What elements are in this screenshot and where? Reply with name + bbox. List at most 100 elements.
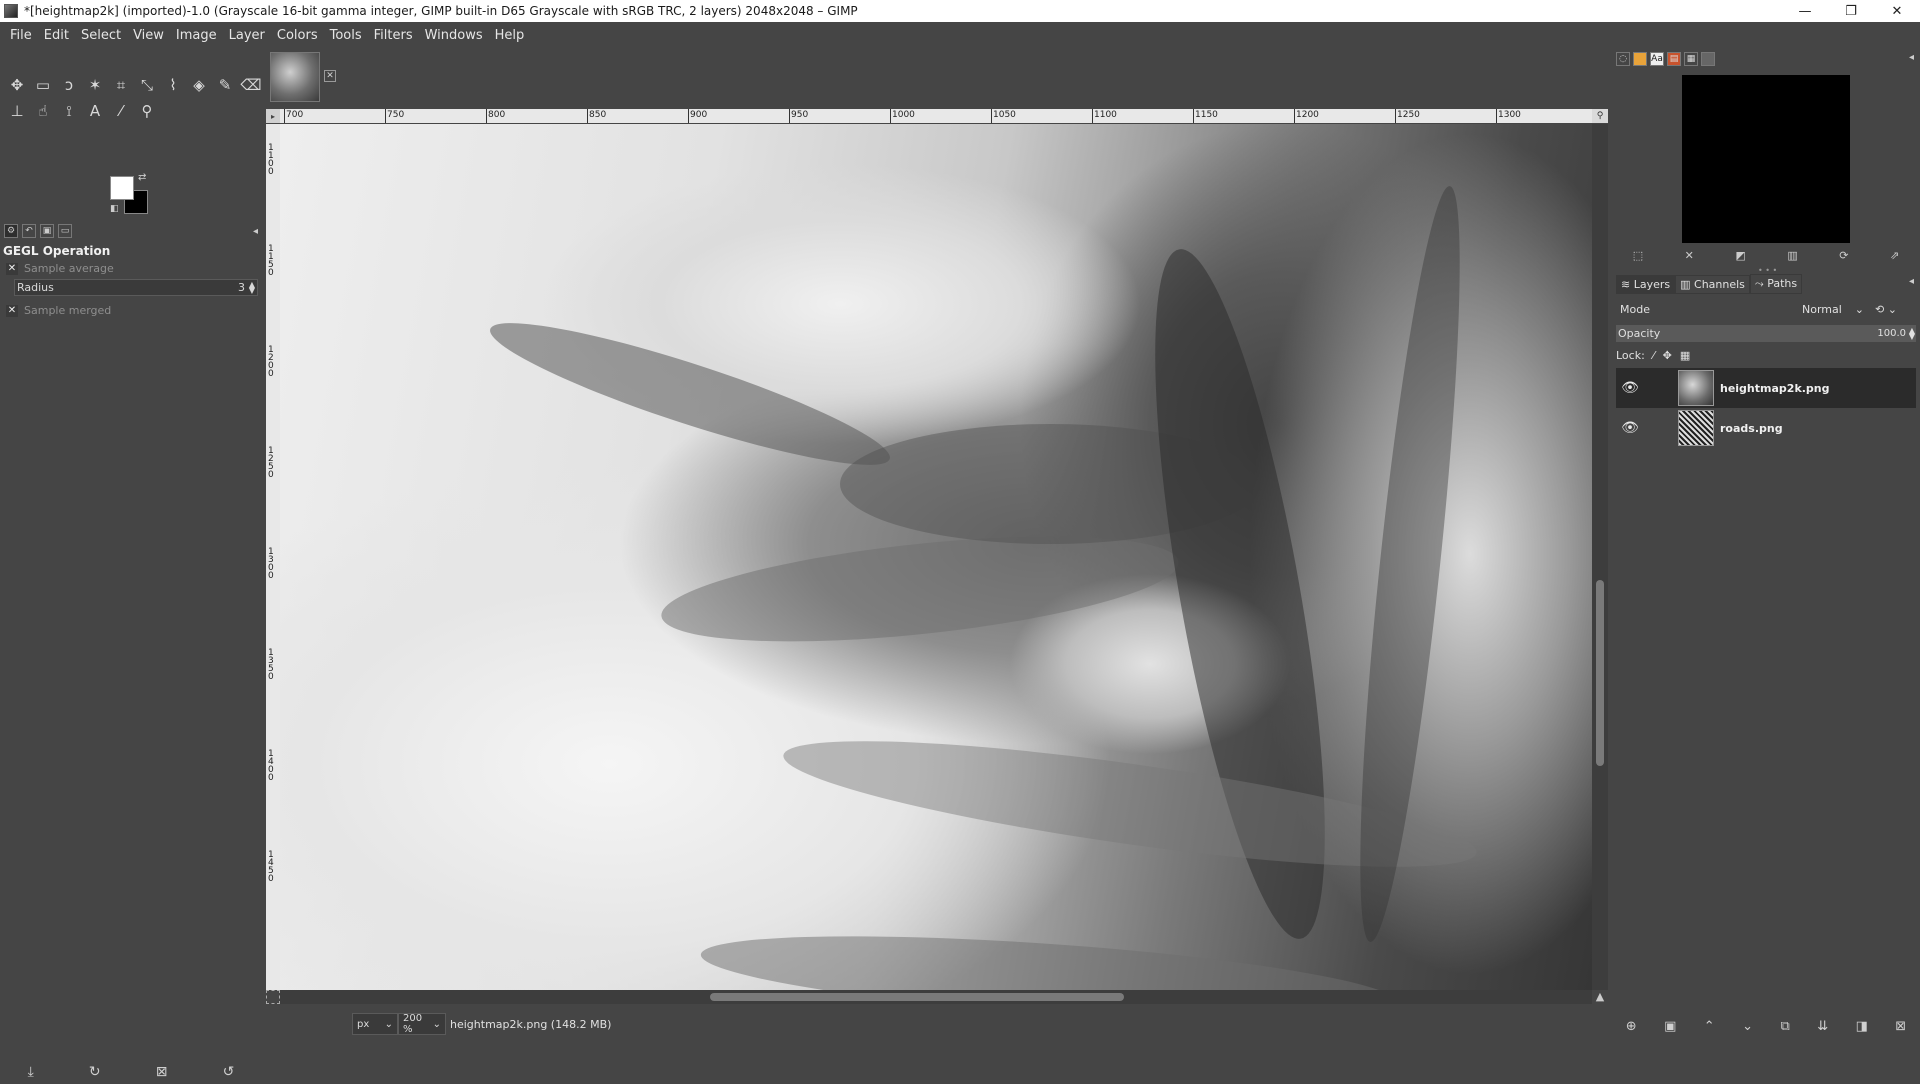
minimize-button[interactable]: — <box>1782 0 1828 22</box>
merge-down-icon[interactable]: ⇊ <box>1817 1019 1828 1034</box>
tab-paths[interactable]: ⤳ Paths <box>1749 274 1803 294</box>
move-tool-icon[interactable]: ✥ <box>4 72 30 98</box>
clone-tool-icon[interactable]: ⊥ <box>4 98 30 124</box>
lock-position-icon[interactable]: ✥ <box>1663 349 1672 362</box>
lock-alpha-icon[interactable]: ▦ <box>1680 349 1690 362</box>
spin-arrows-icon[interactable]: ▲ ▼ <box>249 280 255 294</box>
lock-pixels-icon[interactable]: ⁄ <box>1653 349 1655 362</box>
layer-mask-icon[interactable]: ◨ <box>1856 1019 1868 1034</box>
opacity-slider[interactable]: Opacity 100.0 ▲ ▼ <box>1616 325 1916 342</box>
menu-view[interactable]: View <box>127 28 170 43</box>
menu-image[interactable]: Image <box>170 28 223 43</box>
bucket-fill-tool-icon[interactable]: ◈ <box>186 72 212 98</box>
paths-tool-icon[interactable]: ⟟ <box>56 98 82 124</box>
image-canvas[interactable] <box>280 124 1592 990</box>
color-picker-tool-icon[interactable]: ⁄ <box>108 98 134 124</box>
layer-row[interactable]: 👁 roads.png <box>1616 408 1916 448</box>
checkbox-icon[interactable]: ✕ <box>6 304 18 317</box>
menu-edit[interactable]: Edit <box>38 28 75 43</box>
layer-row[interactable]: 👁 heightmap2k.png <box>1616 368 1916 408</box>
delete-layer-icon[interactable]: ⊠ <box>1895 1019 1906 1034</box>
gradients-tab-icon[interactable]: ▦ <box>1684 52 1698 66</box>
vertical-ruler[interactable]: 1100 1150 1200 1250 1300 1350 1400 1450 <box>266 124 280 990</box>
zoom-select[interactable]: 200 % ⌄ <box>398 1013 446 1035</box>
warp-tool-icon[interactable]: ⌇ <box>160 72 186 98</box>
swap-colors-icon[interactable]: ⇄ <box>138 172 146 183</box>
foreground-color[interactable] <box>110 176 134 200</box>
scroll-thumb[interactable] <box>1596 580 1604 766</box>
vertical-scrollbar[interactable] <box>1592 124 1608 990</box>
layer-name[interactable]: roads.png <box>1720 422 1783 435</box>
tool-options-tab-icon[interactable]: ⚙ <box>4 224 18 238</box>
menu-windows[interactable]: Windows <box>419 28 489 43</box>
menu-select[interactable]: Select <box>75 28 127 43</box>
menu-tools[interactable]: Tools <box>324 28 368 43</box>
smudge-tool-icon[interactable]: ☝ <box>30 98 56 124</box>
fuzzy-select-tool-icon[interactable]: ✶ <box>82 72 108 98</box>
brush-refresh-icon[interactable]: ⟳ <box>1839 249 1848 262</box>
fonts-tab-icon[interactable]: Aa <box>1650 52 1664 66</box>
brush-delete-icon[interactable]: ✕ <box>1685 249 1694 262</box>
tab-layers[interactable]: ≋ Layers <box>1616 274 1676 294</box>
raise-layer-icon[interactable]: ⌃ <box>1704 1019 1715 1034</box>
rect-select-tool-icon[interactable]: ▭ <box>30 72 56 98</box>
menu-help[interactable]: Help <box>489 28 531 43</box>
restore-options-icon[interactable]: ↻ <box>89 1064 101 1080</box>
close-tab-icon[interactable]: ✕ <box>324 70 336 82</box>
save-options-icon[interactable]: ⤓ <box>28 1064 34 1080</box>
transform-tool-icon[interactable]: ⤡ <box>134 72 160 98</box>
sample-average-option[interactable]: ✕ Sample average <box>6 262 114 275</box>
brush-new-icon[interactable]: ⬚ <box>1633 249 1643 262</box>
paintbrush-tool-icon[interactable]: ✎ <box>212 72 238 98</box>
brush-edit-icon[interactable]: ◩ <box>1735 249 1745 262</box>
spin-arrows-icon[interactable]: ▲ ▼ <box>1909 326 1915 340</box>
configure-tab-icon[interactable]: ◂ <box>253 226 258 237</box>
configure-tab-icon[interactable]: ◂ <box>1909 276 1914 287</box>
reset-colors-icon[interactable]: ◧ <box>110 204 119 214</box>
document-history-tab-icon[interactable]: ▤ <box>1667 52 1681 66</box>
lasso-tool-icon[interactable]: ↄ <box>56 72 82 98</box>
brushes-tab-icon[interactable]: ◌ <box>1616 52 1630 66</box>
sample-merged-option[interactable]: ✕ Sample merged <box>6 304 111 317</box>
menu-colors[interactable]: Colors <box>271 28 324 43</box>
horizontal-ruler[interactable]: 700 750 800 850 900 950 1000 1050 1100 1150 1200 12… <box>280 109 1592 123</box>
mode-select[interactable]: Normal ⌄ <box>1802 303 1864 316</box>
horizontal-scrollbar[interactable] <box>280 990 1592 1004</box>
zoom-tool-icon[interactable]: ⚲ <box>134 98 160 124</box>
menu-layer[interactable]: Layer <box>223 28 271 43</box>
radius-spinner[interactable]: Radius 3 ▲ ▼ <box>14 279 258 296</box>
composite-mode-icon[interactable]: ⟲ ⌄ <box>1864 303 1908 316</box>
quick-mask-toggle[interactable] <box>266 990 280 1004</box>
duplicate-layer-icon[interactable]: ⧉ <box>1780 1019 1789 1034</box>
ruler-corner-icon[interactable]: ▸ <box>266 109 280 123</box>
brush-preview[interactable] <box>1682 75 1850 243</box>
brush-duplicate-icon[interactable]: ▥ <box>1787 249 1797 262</box>
images-tab-icon[interactable]: ▣ <box>40 224 54 238</box>
checkbox-icon[interactable]: ✕ <box>6 262 18 275</box>
visibility-eye-icon[interactable]: 👁 <box>1616 380 1644 396</box>
brush-open-as-image-icon[interactable]: ⇗ <box>1890 249 1899 262</box>
image-tab-thumbnail[interactable] <box>270 52 320 102</box>
text-tool-icon[interactable]: A <box>82 98 108 124</box>
visibility-eye-icon[interactable]: 👁 <box>1616 420 1644 436</box>
unit-select[interactable]: px ⌄ <box>352 1013 398 1035</box>
eraser-tool-icon[interactable]: ⌫ <box>238 72 264 98</box>
lower-layer-icon[interactable]: ⌄ <box>1742 1019 1753 1034</box>
device-status-tab-icon[interactable]: ▭ <box>58 224 72 238</box>
layer-name[interactable]: heightmap2k.png <box>1720 382 1830 395</box>
menu-filters[interactable]: Filters <box>368 28 419 43</box>
palettes-tab-icon[interactable] <box>1701 52 1715 66</box>
new-layer-icon[interactable]: ⊕ <box>1626 1019 1637 1034</box>
scroll-thumb[interactable] <box>710 993 1124 1001</box>
maximize-button[interactable]: ❐ <box>1828 0 1874 22</box>
zoom-image-icon[interactable]: ⚲ <box>1592 109 1608 123</box>
patterns-tab-icon[interactable] <box>1633 52 1647 66</box>
reset-options-icon[interactable]: ↺ <box>223 1064 235 1080</box>
navigate-icon[interactable]: ▲ <box>1592 990 1608 1004</box>
undo-history-tab-icon[interactable]: ↶ <box>22 224 36 238</box>
tab-channels[interactable]: ▥ Channels <box>1675 274 1750 294</box>
configure-tab-icon[interactable]: ◂ <box>1909 52 1914 63</box>
close-button[interactable]: ✕ <box>1874 0 1920 22</box>
new-layer-group-icon[interactable]: ▣ <box>1664 1019 1676 1034</box>
crop-tool-icon[interactable]: ⌗ <box>108 72 134 98</box>
